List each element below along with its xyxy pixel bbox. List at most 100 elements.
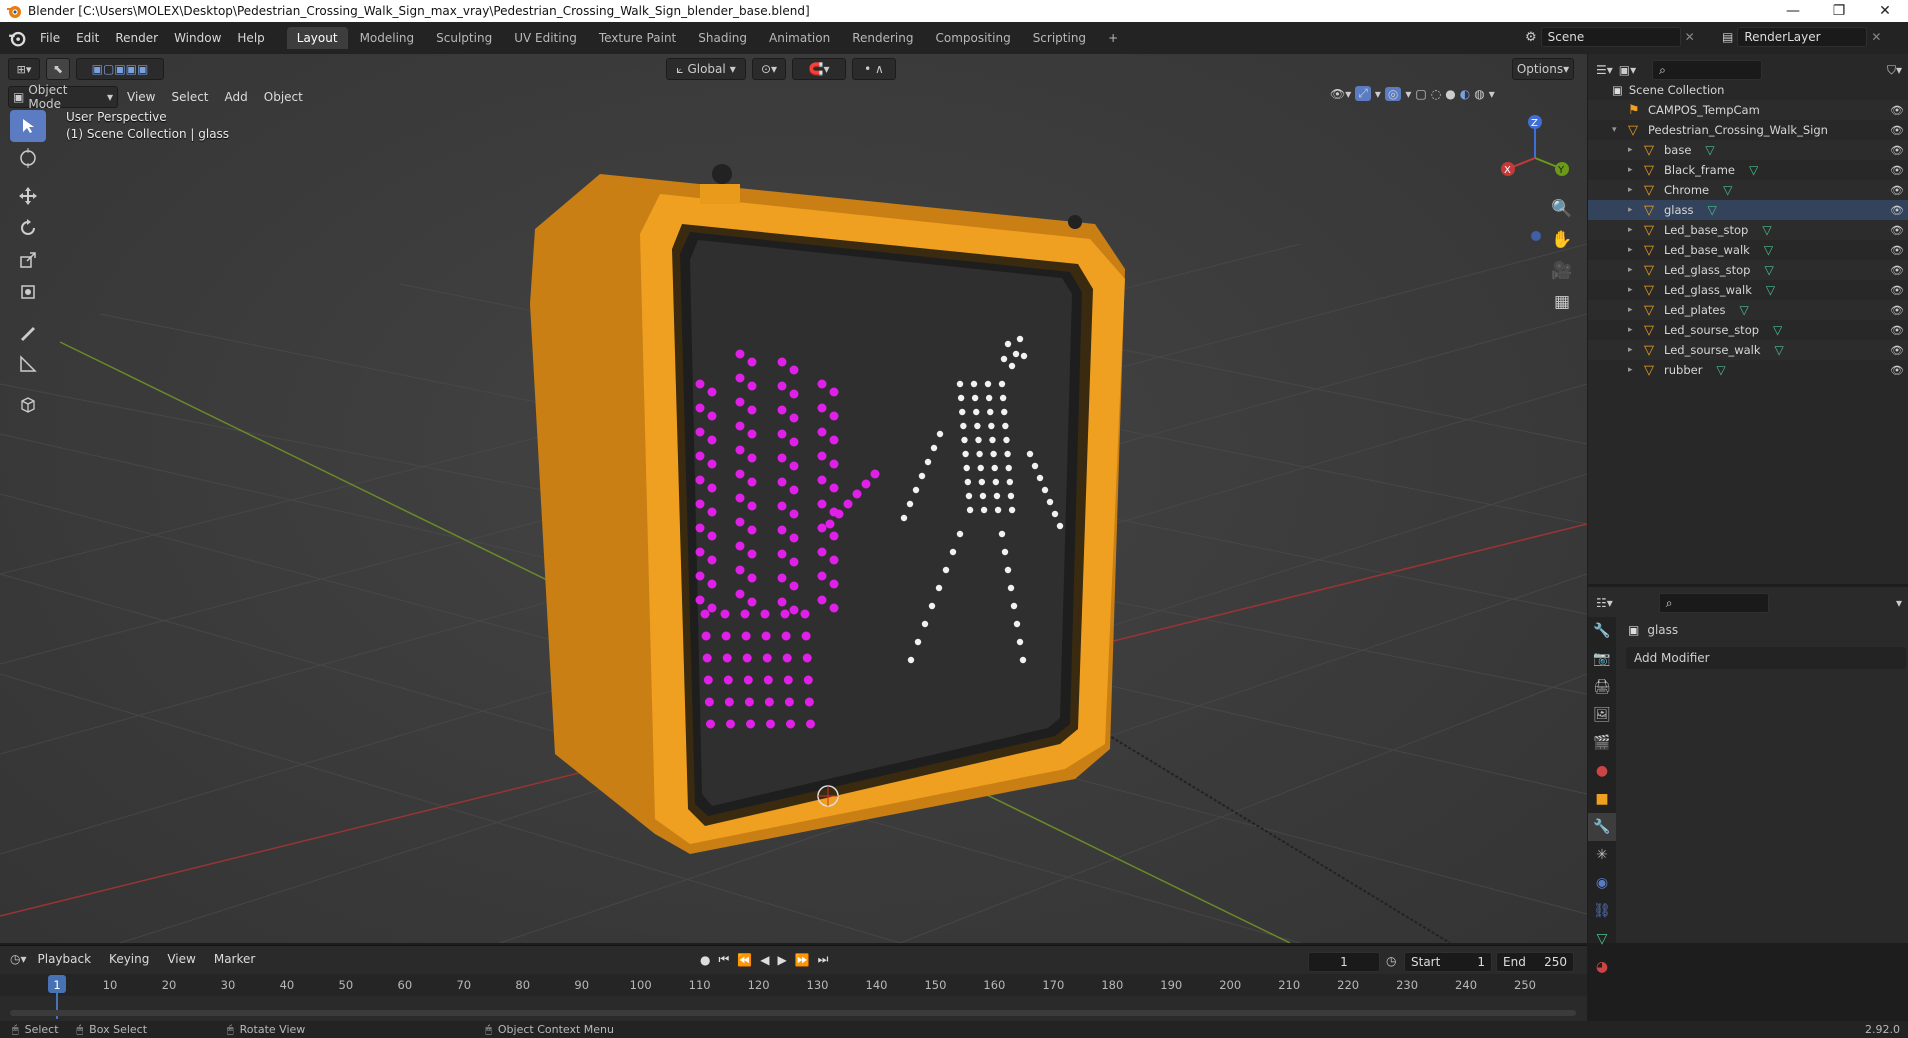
properties-editor-type-icon[interactable]: ☷▾ <box>1596 596 1613 610</box>
expand-arrow-icon[interactable]: ▸ <box>1628 345 1640 355</box>
outliner-search-input[interactable]: ⌕ <box>1652 60 1763 80</box>
viewport-menu-object[interactable]: Object <box>257 90 310 104</box>
scene-tab-icon[interactable]: 🎬 <box>1588 729 1616 757</box>
pivot-point-dropdown[interactable]: ⊙▾ <box>752 58 786 80</box>
mesh-data-icon[interactable]: ▽ <box>1764 243 1773 257</box>
properties-search-input[interactable]: ⌕ <box>1658 593 1769 613</box>
ortho-grid-icon[interactable]: ▦ <box>1548 287 1576 318</box>
close-scene-icon[interactable]: ✕ <box>1685 30 1695 44</box>
outliner-root-row[interactable]: ▣ Scene Collection <box>1588 80 1908 100</box>
output-tab-icon[interactable]: 🖨 <box>1588 673 1616 701</box>
eye-icon[interactable]: 👁 <box>1890 244 1904 257</box>
physics-tab-icon[interactable]: ◉ <box>1588 869 1616 897</box>
play-icon[interactable]: ▶ <box>777 953 786 967</box>
eye-icon[interactable]: 👁 <box>1890 344 1904 357</box>
overlay-dropdown[interactable]: ▾ <box>1405 87 1411 101</box>
end-frame-field[interactable]: End 250 <box>1496 952 1574 972</box>
tab-compositing[interactable]: Compositing <box>925 27 1020 49</box>
expand-arrow-icon[interactable]: ▸ <box>1628 245 1640 255</box>
mode-dropdown[interactable]: ▣ Object Mode ▾ <box>8 83 118 111</box>
visibility-icon[interactable]: 👁▾ <box>1330 87 1351 101</box>
snap-toggle[interactable]: 🧲▾ <box>792 58 846 80</box>
material-tab-icon[interactable]: ◕ <box>1588 953 1616 981</box>
pan-hand-icon[interactable]: ✋ <box>1548 225 1576 256</box>
eye-icon[interactable]: 👁 <box>1890 124 1904 137</box>
timeline-editor-type-icon[interactable]: ◷▾ <box>10 952 27 966</box>
timeline-menu-view[interactable]: View <box>160 952 202 966</box>
expand-arrow-icon[interactable]: ▸ <box>1628 265 1640 275</box>
menu-window[interactable]: Window <box>166 31 229 45</box>
expand-arrow-icon[interactable]: ▸ <box>1628 165 1640 175</box>
overlay-toggle-icon[interactable]: ◎ <box>1384 86 1402 101</box>
viewport-menu-view[interactable]: View <box>120 90 162 104</box>
add-cube-tool[interactable] <box>10 388 46 420</box>
eye-icon[interactable]: 👁 <box>1890 284 1904 297</box>
eye-icon[interactable]: 👁 <box>1890 324 1904 337</box>
expand-arrow-icon[interactable]: ▸ <box>1628 185 1640 195</box>
mesh-data-icon[interactable]: ▽ <box>1705 143 1714 157</box>
close-view-layer-icon[interactable]: ✕ <box>1871 30 1881 44</box>
outliner-row-rubber[interactable]: ▸ ▽ rubber ▽ 👁 <box>1588 360 1908 380</box>
camera-view-icon[interactable]: 🎥 <box>1548 256 1576 287</box>
particles-tab-icon[interactable]: ✳ <box>1588 841 1616 869</box>
expand-arrow-icon[interactable]: ▸ <box>1628 365 1640 375</box>
material-shading-icon[interactable]: ◐ <box>1460 87 1470 101</box>
transform-orientation-dropdown[interactable]: ⟀ Global ▾ <box>666 58 746 80</box>
timeline-menu-playback[interactable]: Playback <box>31 952 99 966</box>
outliner-row-led-base-stop[interactable]: ▸ ▽ Led_base_stop ▽ 👁 <box>1588 220 1908 240</box>
rendered-shading-icon[interactable]: ◍ <box>1474 87 1484 101</box>
display-mode-icon[interactable]: ▣▾ <box>1619 63 1636 77</box>
outliner-row-base[interactable]: ▸ ▽ base ▽ 👁 <box>1588 140 1908 160</box>
tab-shading[interactable]: Shading <box>688 27 757 49</box>
mesh-data-icon[interactable]: ▽ <box>1775 343 1784 357</box>
outliner-row-black-frame[interactable]: ▸ ▽ Black_frame ▽ 👁 <box>1588 160 1908 180</box>
shading-dropdown[interactable]: ▾ <box>1489 87 1495 101</box>
data-tab-icon[interactable]: ▽ <box>1588 925 1616 953</box>
tab-sculpting[interactable]: Sculpting <box>426 27 502 49</box>
expand-arrow-icon[interactable]: ▸ <box>1628 225 1640 235</box>
jump-start-icon[interactable]: ⏮ <box>718 952 729 967</box>
scene-field[interactable]: Scene <box>1540 27 1681 47</box>
outliner-row-led-base-walk[interactable]: ▸ ▽ Led_base_walk ▽ 👁 <box>1588 240 1908 260</box>
jump-end-icon[interactable]: ⏭ <box>818 952 829 967</box>
outliner-row-led-plates[interactable]: ▸ ▽ Led_plates ▽ 👁 <box>1588 300 1908 320</box>
zoom-icon[interactable]: 🔍 <box>1548 194 1576 225</box>
outliner-row-led-glass-walk[interactable]: ▸ ▽ Led_glass_walk ▽ 👁 <box>1588 280 1908 300</box>
outliner-editor-type-icon[interactable]: ☰▾ <box>1596 63 1613 77</box>
3d-viewport[interactable]: ⊞▾ ⬉ ▣▢▣▣▣ ⟀ Global ▾ ⊙▾ 🧲▾ • ∧ Options ▾ ▣… <box>0 54 1587 943</box>
gizmo-neg-z[interactable] <box>1531 231 1541 241</box>
mesh-data-icon[interactable]: ▽ <box>1708 203 1717 217</box>
current-frame-field[interactable]: 1 <box>1308 952 1380 972</box>
cursor-tool[interactable] <box>10 142 46 174</box>
eye-icon[interactable]: 👁 <box>1890 204 1904 217</box>
constraints-tab-icon[interactable]: ⛓ <box>1588 897 1616 925</box>
clock-icon[interactable]: ◷ <box>1386 954 1396 968</box>
prev-keyframe-icon[interactable]: ⏪ <box>737 953 752 967</box>
timeline-menu-marker[interactable]: Marker <box>207 952 262 966</box>
select-mode-icon[interactable]: ⬉ <box>46 58 70 80</box>
outliner-row-chrome[interactable]: ▸ ▽ Chrome ▽ 👁 <box>1588 180 1908 200</box>
eye-icon[interactable]: 👁 <box>1890 264 1904 277</box>
mesh-data-icon[interactable]: ▽ <box>1764 263 1773 277</box>
tab-rendering[interactable]: Rendering <box>842 27 923 49</box>
move-tool[interactable] <box>10 180 46 212</box>
eye-icon[interactable]: 👁 <box>1890 144 1904 157</box>
select-box-tool[interactable] <box>10 110 46 142</box>
add-modifier-dropdown[interactable]: Add Modifier <box>1626 647 1906 669</box>
gizmo-toggle-icon[interactable]: ⤢ <box>1355 86 1371 101</box>
close-window-button[interactable]: ✕ <box>1862 0 1908 22</box>
expand-arrow-icon[interactable]: ▸ <box>1628 305 1640 315</box>
view-layer-tab-icon[interactable]: 🖼 <box>1588 701 1616 729</box>
viewport-menu-add[interactable]: Add <box>218 90 255 104</box>
play-reverse-icon[interactable]: ◀ <box>760 953 769 967</box>
menu-edit[interactable]: Edit <box>68 31 107 45</box>
expand-arrow-icon[interactable]: ▸ <box>1628 205 1640 215</box>
outliner-row-glass[interactable]: ▸ ▽ glass ▽ 👁 <box>1588 200 1908 220</box>
viewport-menu-select[interactable]: Select <box>164 90 215 104</box>
scale-tool[interactable] <box>10 244 46 276</box>
tab-modeling[interactable]: Modeling <box>350 27 425 49</box>
menu-help[interactable]: Help <box>229 31 272 45</box>
eye-icon[interactable]: 👁 <box>1890 104 1904 117</box>
expand-arrow-icon[interactable]: ▸ <box>1628 285 1640 295</box>
tab-uv-editing[interactable]: UV Editing <box>504 27 587 49</box>
